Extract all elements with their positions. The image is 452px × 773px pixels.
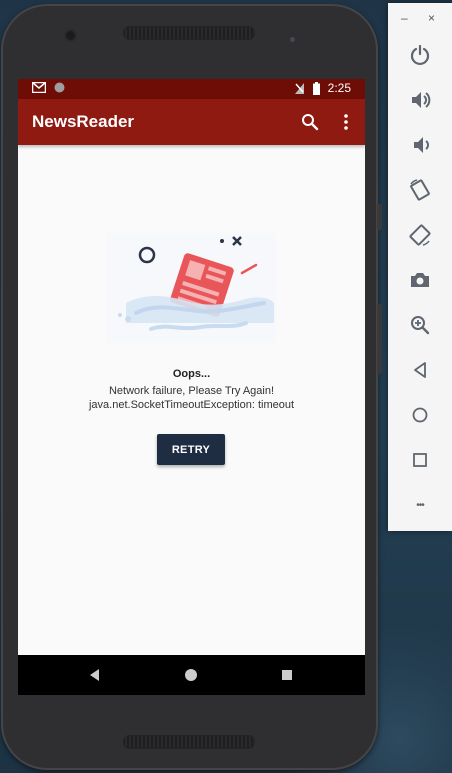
nav-overview-icon[interactable] <box>279 667 295 683</box>
minimize-button[interactable]: – <box>401 11 408 25</box>
phone-frame: 2:25 NewsReader Oops... Network failure,… <box>1 4 382 770</box>
zoom-icon[interactable] <box>407 312 433 338</box>
nav-back-icon[interactable] <box>87 667 103 683</box>
app-title: NewsReader <box>32 112 135 131</box>
close-button[interactable]: × <box>428 11 435 25</box>
camera-icon[interactable] <box>407 267 433 293</box>
bottom-speaker <box>123 735 255 749</box>
power-icon[interactable] <box>407 42 433 68</box>
proximity-sensor <box>290 37 295 42</box>
error-message: Network failure, Please Try Again! <box>108 385 275 397</box>
emulator-toolbar: – × ••• <box>388 3 452 531</box>
volume-down-icon[interactable] <box>407 132 433 158</box>
phone-side-button <box>377 204 382 230</box>
no-signal-icon <box>294 82 304 94</box>
error-detail: java.net.SocketTimeoutException: timeout <box>88 399 295 411</box>
emulator-window-controls: – × <box>388 11 452 25</box>
status-bar: 2:25 <box>18 79 365 99</box>
more-icon[interactable]: ••• <box>407 492 433 518</box>
battery-icon <box>312 81 320 95</box>
navigation-bar <box>18 655 365 695</box>
error-title: Oops... <box>172 368 211 380</box>
top-speaker <box>123 26 255 40</box>
device-screen: 2:25 NewsReader Oops... Network failure,… <box>18 79 365 695</box>
gmail-notification-icon <box>32 82 46 93</box>
rotate-right-icon[interactable] <box>407 222 433 248</box>
retry-button[interactable]: RETRY <box>157 434 225 465</box>
home-icon[interactable] <box>407 402 433 428</box>
overflow-menu-icon[interactable] <box>335 111 357 133</box>
phone-volume-rocker <box>377 304 382 374</box>
rotate-left-icon[interactable] <box>407 177 433 203</box>
drowning-newspaper-illustration <box>106 233 276 343</box>
back-icon[interactable] <box>407 357 433 383</box>
volume-up-icon[interactable] <box>407 87 433 113</box>
app-notification-icon <box>54 82 65 93</box>
app-bar: NewsReader <box>18 99 365 145</box>
overview-icon[interactable] <box>407 447 433 473</box>
search-icon[interactable] <box>299 111 321 133</box>
status-time: 2:25 <box>327 81 351 95</box>
front-camera <box>66 31 75 40</box>
nav-home-icon[interactable] <box>183 667 199 683</box>
error-content: Oops... Network failure, Please Try Agai… <box>18 145 365 655</box>
